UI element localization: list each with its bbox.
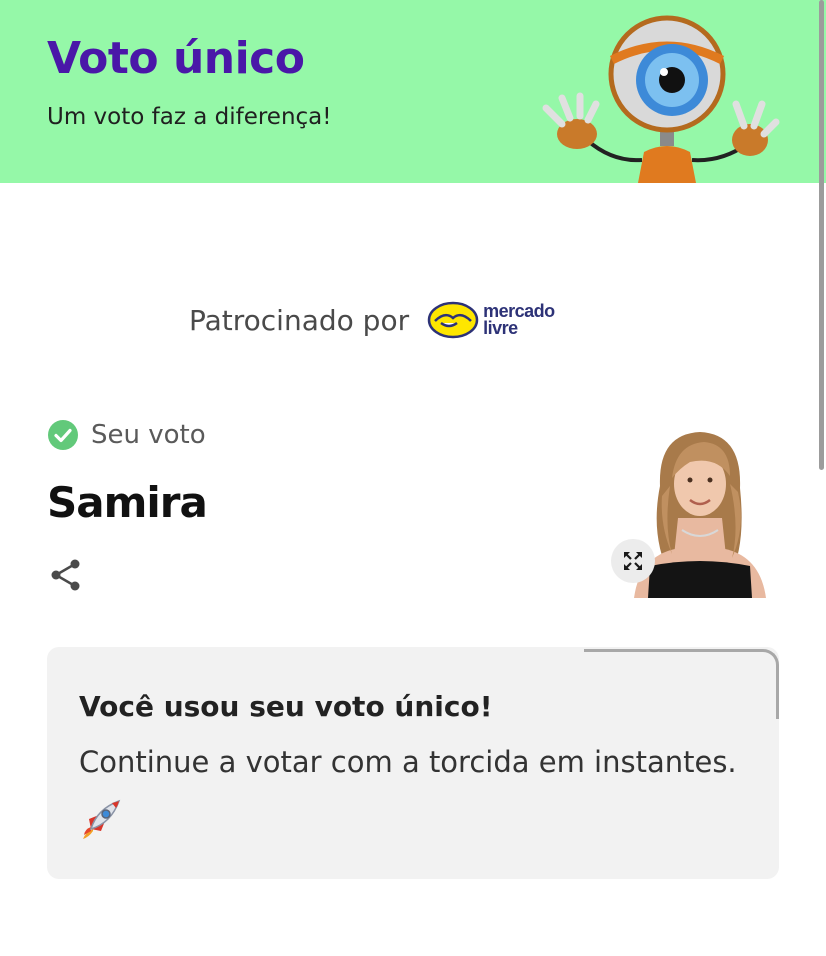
vote-used-card: Você usou seu voto único! Continue a vot…: [47, 647, 779, 879]
big-brother-eye-mascot: [542, 15, 780, 183]
rocket-icon: [83, 799, 121, 839]
card-title: Você usou seu voto único!: [79, 690, 493, 723]
header-banner: Voto único Um voto faz a diferença!: [0, 0, 826, 183]
handshake-icon: [427, 301, 479, 339]
card-body: Continue a votar com a torcida em instan…: [79, 745, 737, 779]
page-title: Voto único: [47, 33, 305, 84]
expand-photo-button[interactable]: [611, 539, 655, 583]
expand-icon: [624, 552, 642, 570]
sponsor-label: Patrocinado por: [189, 303, 410, 337]
sponsor-section: Patrocinado por mercado livre: [189, 298, 555, 342]
candidate-name: Samira: [47, 478, 208, 527]
mercado-livre-logo: mercado livre: [427, 301, 555, 339]
share-icon[interactable]: [48, 557, 84, 593]
vote-status-label: Seu voto: [91, 420, 206, 450]
scrollbar[interactable]: [819, 0, 824, 470]
check-circle-icon: [48, 420, 78, 450]
logo-line-2: livre: [483, 318, 518, 338]
page-subtitle: Um voto faz a diferença!: [47, 104, 332, 130]
vote-status: Seu voto: [47, 419, 206, 451]
card-decoration: [584, 649, 779, 719]
